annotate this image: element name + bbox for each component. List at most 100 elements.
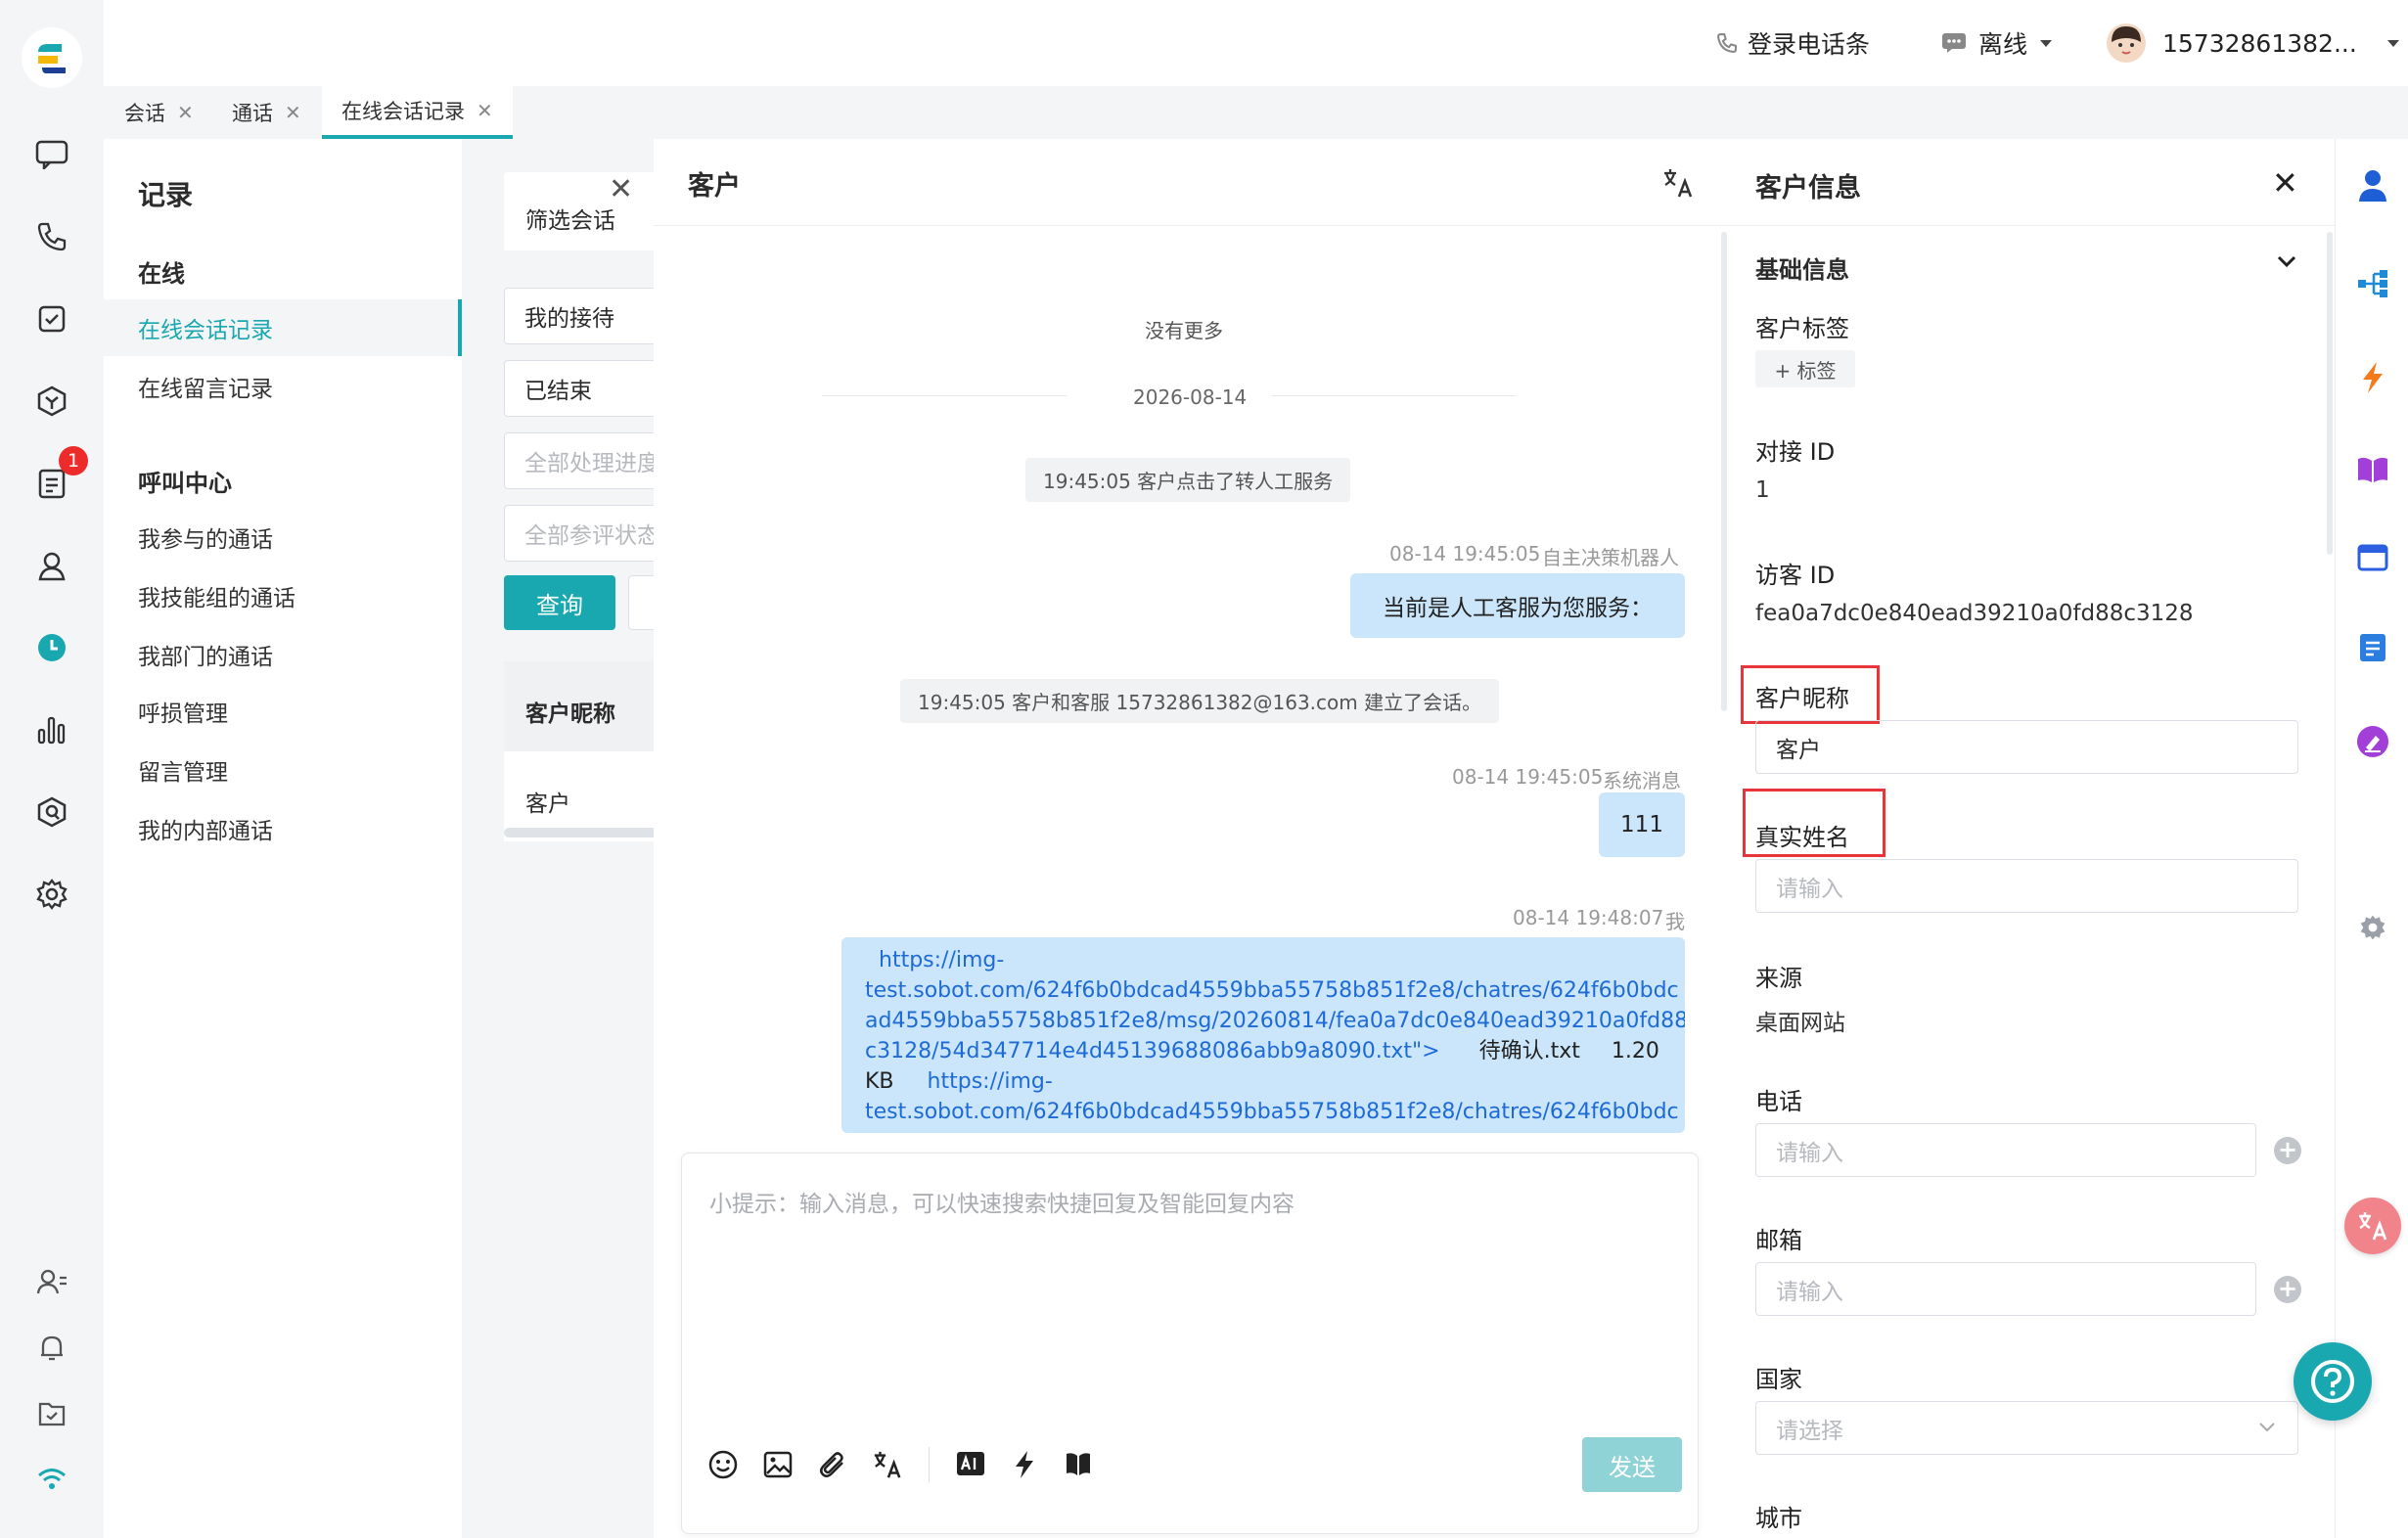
help-icon [2311,1360,2354,1403]
divider [654,225,1728,226]
user-service-icon[interactable] [32,546,71,585]
close-icon[interactable]: ✕ [609,172,633,206]
signature-icon[interactable] [2353,722,2392,761]
chat-icon[interactable] [32,135,71,174]
tab-online-records[interactable]: 在线会话记录 ✕ [322,86,513,139]
progress-select[interactable]: 全部处理进度 [504,432,654,489]
reception-select[interactable]: 我的接待 [504,288,654,344]
nav-item-internal-calls[interactable]: 我的内部通话 [104,800,462,857]
nav-item-skill-group-calls[interactable]: 我技能组的通话 [104,567,462,624]
nav-item-my-calls[interactable]: 我参与的通话 [104,509,462,565]
quick-reply-icon[interactable] [1011,1449,1038,1480]
file-link[interactable]: test.sobot.com/624f6b0bdcad4559bba55758b… [865,975,1685,1006]
add-tag-button[interactable]: + 标签 [1755,350,1855,387]
country-select[interactable]: 请选择 [1755,1401,2298,1455]
caret-down-icon [2040,40,2053,47]
left-rail: 1 [0,0,104,1538]
customer-profile-icon[interactable] [2353,166,2392,205]
image-icon[interactable] [762,1449,794,1480]
country-label: 国家 [1755,1366,1802,1393]
close-icon[interactable]: ✕ [177,101,194,124]
hexagon-icon[interactable] [32,382,71,421]
message-bubble: 111 [1599,792,1685,857]
email-field[interactable]: 请输入 [1755,1262,2256,1316]
status-label: 离线 [1978,30,2028,59]
info-title: 客户信息 [1755,173,1861,204]
top-header: 登录电话条 离线 15732861382... [104,0,2408,86]
user-menu[interactable]: 15732861382... [2106,0,2400,86]
flow-tree-icon[interactable] [2353,264,2392,303]
tab-chat[interactable]: 会话 ✕ [124,86,194,139]
reset-button[interactable] [628,575,654,630]
file-link[interactable]: https://img- [928,1069,1053,1094]
rating-select[interactable]: 全部参评状态 [504,505,654,562]
message-input[interactable]: 小提示：输入消息，可以快速搜索快捷回复及智能回复内容 [709,1185,1295,1218]
add-email-icon[interactable]: + [2274,1276,2301,1303]
tab-call[interactable]: 通话 ✕ [232,86,301,139]
real-name-field[interactable]: 请输入 [1755,859,2298,913]
tab-label: 通话 [232,102,273,125]
bell-icon[interactable] [32,1329,71,1368]
scrollbar[interactable] [1721,232,1727,711]
source-label: 来源 [1755,965,1802,992]
nav-item-online-message-records[interactable]: 在线留言记录 [104,358,462,415]
send-button[interactable]: 发送 [1582,1437,1682,1492]
page-tabs: 会话 ✕ 通话 ✕ 在线会话记录 ✕ [104,86,2408,139]
scrollbar[interactable] [2327,232,2333,555]
close-icon[interactable]: ✕ [285,101,301,124]
history-icon[interactable] [32,628,71,667]
phone-field[interactable]: 请输入 [1755,1123,2256,1177]
statistics-icon[interactable] [32,710,71,749]
right-tool-rail [2335,139,2408,1538]
add-phone-icon[interactable]: + [2274,1137,2301,1164]
nickname-field[interactable]: 客户 [1755,720,2298,774]
file-link[interactable]: test.sobot.com/624f6b0bdcad4559bba55758b… [865,1097,1685,1127]
phone-bar-label: 登录电话条 [1748,30,1871,59]
help-button[interactable] [2294,1342,2372,1421]
attachment-icon[interactable] [817,1449,848,1480]
message-sender: 我 [1665,910,1685,933]
settings-icon[interactable] [2353,908,2392,947]
nav-item-voicemail[interactable]: 留言管理 [104,742,462,798]
knowledge-book-icon[interactable] [2353,450,2392,489]
emoji-icon[interactable] [707,1449,739,1480]
phone-icon[interactable] [32,217,71,256]
divider [1728,225,2335,226]
quality-icon[interactable] [32,792,71,832]
message-status-icon [1942,33,1966,53]
message-composer: 小提示：输入消息，可以快速搜索快捷回复及智能回复内容 发送 [681,1153,1699,1534]
file-link[interactable]: c3128/54d347714e4d45139688086abb9a8090.t… [865,1039,1440,1063]
task-icon[interactable] [32,299,71,339]
chevron-down-icon [2259,1423,2275,1432]
status-dropdown[interactable]: 离线 [1941,0,2053,86]
translate-icon[interactable] [872,1449,903,1480]
work-order-icon[interactable] [2353,628,2392,667]
message-time: 08-14 19:48:07 [1513,906,1664,929]
file-link[interactable]: https://img- [865,945,1685,975]
phone-icon [1717,33,1737,53]
query-button[interactable]: 查询 [504,575,615,630]
knowledge-book-icon[interactable] [1064,1449,1093,1478]
nav-item-department-calls[interactable]: 我部门的通话 [104,626,462,683]
translate-icon[interactable] [1661,166,1695,200]
chevron-down-icon[interactable] [2276,254,2297,270]
close-icon[interactable]: ✕ [2272,164,2298,202]
city-label: 城市 [1755,1505,1802,1532]
status-select[interactable]: 已结束 [504,360,654,417]
nickname-label: 客户昵称 [1755,685,1849,712]
phone-bar-login[interactable]: 登录电话条 [1716,0,1870,86]
file-link[interactable]: ad4559bba55758b851f2e8/msg/20260814/fea0… [865,1006,1685,1036]
horizontal-scrollbar[interactable] [504,828,654,837]
caret-down-icon [2386,40,2399,47]
floating-translate-button[interactable] [2344,1198,2401,1254]
file-size-unit: KB [865,1069,894,1094]
nav-item-call-loss[interactable]: 呼损管理 [104,683,462,740]
quick-reply-icon[interactable] [2353,358,2392,397]
nav-item-online-chat-records[interactable]: 在线会话记录 [104,299,462,356]
contacts-icon[interactable] [32,1262,71,1301]
calendar-window-icon[interactable] [2353,538,2392,577]
ai-icon[interactable] [956,1451,985,1476]
settings-icon[interactable] [32,875,71,914]
close-icon[interactable]: ✕ [477,99,493,122]
folder-check-icon[interactable] [32,1394,71,1433]
